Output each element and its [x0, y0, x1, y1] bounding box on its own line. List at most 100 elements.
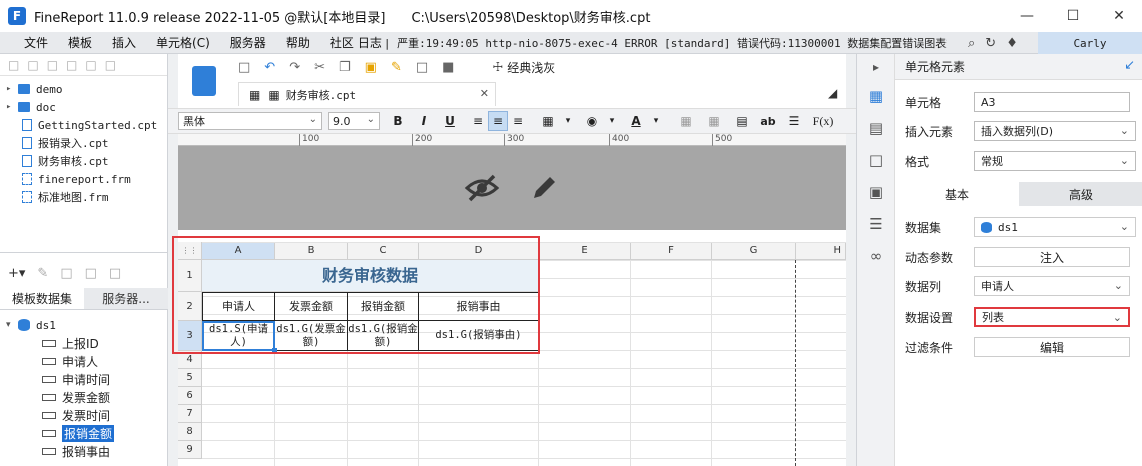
tab-menu-icon[interactable]: ◢: [828, 86, 837, 100]
row-header[interactable]: 8: [178, 423, 202, 441]
preview-icon[interactable]: □: [85, 266, 97, 281]
row-header[interactable]: 5: [178, 369, 202, 387]
copy-icon[interactable]: ❐: [339, 60, 351, 75]
align-right-icon[interactable]: ≡: [508, 111, 528, 131]
tree-item[interactable]: 报销录入.cpt: [6, 134, 167, 152]
chevron-down-icon[interactable]: ▾: [646, 111, 666, 131]
template-type-button[interactable]: [182, 58, 226, 104]
chevron-down-icon[interactable]: ▾: [602, 111, 622, 131]
header-cell[interactable]: 报销金额: [348, 292, 419, 321]
chevron-down-icon[interactable]: ▾: [558, 111, 578, 131]
save-icon[interactable]: □: [238, 60, 250, 75]
header-cell[interactable]: 申请人: [202, 292, 275, 321]
data-cell[interactable]: ds1.G(发票金额): [275, 321, 348, 351]
image-icon[interactable]: ▤: [732, 111, 752, 131]
tab-server-dataset[interactable]: 服务器...: [84, 288, 168, 309]
align-left-icon[interactable]: ≡: [468, 111, 488, 131]
header-cell[interactable]: 报销事由: [419, 292, 539, 321]
merge-icon[interactable]: ▦: [676, 111, 696, 131]
field-item[interactable]: 申请时间: [0, 370, 168, 388]
tree-item[interactable]: 财务审核.cpt: [6, 152, 167, 170]
add-dataset-icon[interactable]: +▾: [8, 266, 25, 281]
data-cell[interactable]: ds1.G(报销金额): [348, 321, 419, 351]
column-header[interactable]: C: [348, 242, 419, 260]
delete-icon[interactable]: □: [85, 58, 96, 72]
style-selector[interactable]: ☩ 经典浅灰: [492, 59, 555, 76]
copy-icon[interactable]: □: [105, 58, 116, 72]
field-item[interactable]: 上报ID: [0, 334, 168, 352]
column-header[interactable]: G: [712, 242, 796, 260]
spreadsheet-grid[interactable]: ⋮⋮ A B C D E F G H 1 2 3 4 5 6 7 8 9 财务审…: [172, 236, 846, 466]
column-header[interactable]: E: [539, 242, 631, 260]
column-header[interactable]: A: [202, 242, 275, 260]
refresh-icon[interactable]: ↻: [985, 36, 996, 51]
row-header[interactable]: 1: [178, 260, 202, 292]
column-header[interactable]: B: [275, 242, 348, 260]
menu-insert[interactable]: 插入: [102, 34, 146, 51]
user-name[interactable]: Carly: [1038, 32, 1142, 54]
collapse-icon[interactable]: ▾: [6, 320, 18, 330]
condition-icon[interactable]: ▣: [857, 176, 895, 208]
edit-filter-button[interactable]: 编辑: [974, 337, 1130, 357]
menu-help[interactable]: 帮助: [276, 34, 320, 51]
header-cell[interactable]: 发票金额: [275, 292, 348, 321]
rename-icon[interactable]: □: [47, 58, 58, 72]
data-cell-selected[interactable]: ds1.S(申请人): [202, 321, 275, 351]
tab-basic[interactable]: 基本: [895, 182, 1019, 206]
preview-icon[interactable]: □: [416, 60, 428, 75]
cell-input[interactable]: A3: [974, 92, 1130, 112]
minimize-icon[interactable]: —: [1004, 0, 1050, 32]
collapse-panel-icon[interactable]: ▸: [857, 54, 895, 80]
close-tab-icon[interactable]: ✕: [480, 87, 489, 100]
menu-log[interactable]: 日志: [356, 34, 382, 51]
row-header[interactable]: 3: [178, 321, 202, 351]
column-header[interactable]: H: [796, 242, 846, 260]
field-item[interactable]: 报销事由: [0, 442, 168, 460]
menu-cell[interactable]: 单元格(C): [146, 34, 220, 51]
format-painter-icon[interactable]: ✎: [391, 60, 402, 75]
row-header[interactable]: 7: [178, 405, 202, 423]
data-column-select[interactable]: 申请人 ⌄: [974, 276, 1130, 296]
tab-advanced[interactable]: 高级: [1019, 182, 1142, 206]
format-select[interactable]: 常规 ⌄: [974, 151, 1136, 171]
expand-icon[interactable]: ▸: [6, 102, 18, 112]
bold-button[interactable]: B: [388, 111, 408, 131]
font-size-select[interactable]: 9.0 ⌄: [328, 112, 380, 130]
eye-off-icon[interactable]: [464, 173, 500, 203]
unmerge-icon[interactable]: ▦: [704, 111, 724, 131]
cell-attribute-icon[interactable]: ▤: [857, 112, 895, 144]
menu-server[interactable]: 服务器: [220, 34, 276, 51]
error-log-text[interactable]: | 严重:19:49:05 http-nio-8075-exec-4 ERROR…: [384, 35, 947, 51]
menu-file[interactable]: 文件: [14, 34, 58, 51]
row-header[interactable]: 2: [178, 292, 202, 321]
list-icon[interactable]: ☰: [784, 111, 804, 131]
field-item[interactable]: 发票金额: [0, 388, 168, 406]
row-header[interactable]: 6: [178, 387, 202, 405]
pencil-icon[interactable]: [528, 172, 560, 204]
lock-icon[interactable]: □: [66, 58, 77, 72]
close-icon[interactable]: ✕: [1096, 0, 1142, 32]
row-header[interactable]: 4: [178, 351, 202, 369]
hyperlink-icon[interactable]: ∞: [857, 240, 895, 272]
tree-item[interactable]: 标准地图.frm: [6, 188, 167, 206]
insert-element-select[interactable]: 插入数据列(D) ⌄: [974, 121, 1136, 141]
dock-icon[interactable]: ↙: [1124, 58, 1135, 73]
form-icon[interactable]: ☰: [857, 208, 895, 240]
edit-icon[interactable]: ✎: [37, 266, 48, 281]
border-icon[interactable]: ▦: [538, 111, 558, 131]
data-cell[interactable]: ds1.G(报销事由): [419, 321, 539, 351]
select-all-corner[interactable]: ⋮⋮: [178, 242, 202, 260]
open-icon[interactable]: □: [27, 58, 38, 72]
tree-item[interactable]: ▸ demo: [6, 80, 167, 98]
font-color-button[interactable]: A: [626, 111, 646, 131]
column-header[interactable]: F: [631, 242, 712, 260]
text-button[interactable]: ab: [758, 111, 778, 131]
font-select[interactable]: 黑体 ⌄: [178, 112, 322, 130]
config-icon[interactable]: □: [109, 266, 121, 281]
file-tab[interactable]: ▦ ▦ 财务审核.cpt ✕: [238, 82, 496, 106]
grid-icon[interactable]: ▦: [249, 88, 260, 102]
formula-button[interactable]: F(x): [810, 111, 836, 131]
panel-divider[interactable]: [0, 252, 168, 253]
bell-icon[interactable]: ♦: [1006, 36, 1018, 51]
fill-color-icon[interactable]: ◉: [582, 111, 602, 131]
